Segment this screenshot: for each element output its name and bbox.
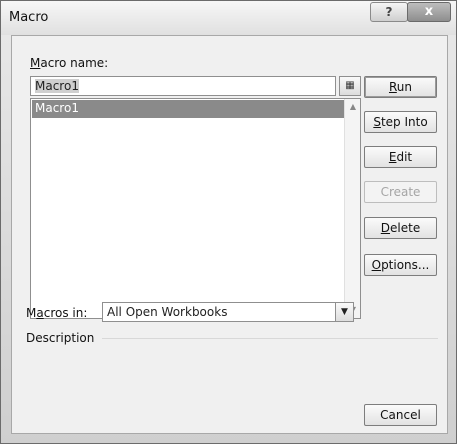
dialog-body: Macro name: Macro1 ▦ Macro1 ▲ ▼ Run Step… [11,35,448,434]
run-button[interactable]: Run [364,76,437,98]
macro-dialog: Macro ? x Macro name: Macro1 ▦ Macro1 ▲ … [0,0,457,444]
delete-button[interactable]: Delete [364,217,437,239]
close-icon: x [424,4,434,19]
macro-name-label: Macro name: [30,56,109,70]
step-into-button[interactable]: Step Into [364,111,437,133]
description-divider [102,338,438,339]
close-button[interactable]: x [407,2,451,22]
description-label: Description [26,331,95,345]
macro-listbox[interactable]: Macro1 ▲ ▼ [30,98,361,319]
cancel-button[interactable]: Cancel [364,404,437,426]
edit-button[interactable]: Edit [364,146,437,168]
dialog-title: Macro [9,10,49,25]
help-button[interactable]: ? [370,2,408,22]
macros-in-select[interactable]: All Open Workbooks ▼ [102,302,354,322]
list-item[interactable]: Macro1 [32,100,344,118]
macros-in-label: Macros in: [26,306,88,320]
title-bar[interactable]: Macro ? x [1,1,456,35]
create-button: Create [364,181,437,203]
vertical-scrollbar[interactable]: ▲ ▼ [344,99,360,318]
chevron-down-icon[interactable]: ▼ [335,303,353,321]
macro-name-input[interactable]: Macro1 [30,76,336,96]
scroll-up-icon[interactable]: ▲ [348,102,358,112]
help-icon: ? [385,5,393,19]
range-picker-icon[interactable]: ▦ [339,76,361,96]
macros-in-value: All Open Workbooks [107,305,228,319]
options-button[interactable]: Options... [364,254,437,276]
